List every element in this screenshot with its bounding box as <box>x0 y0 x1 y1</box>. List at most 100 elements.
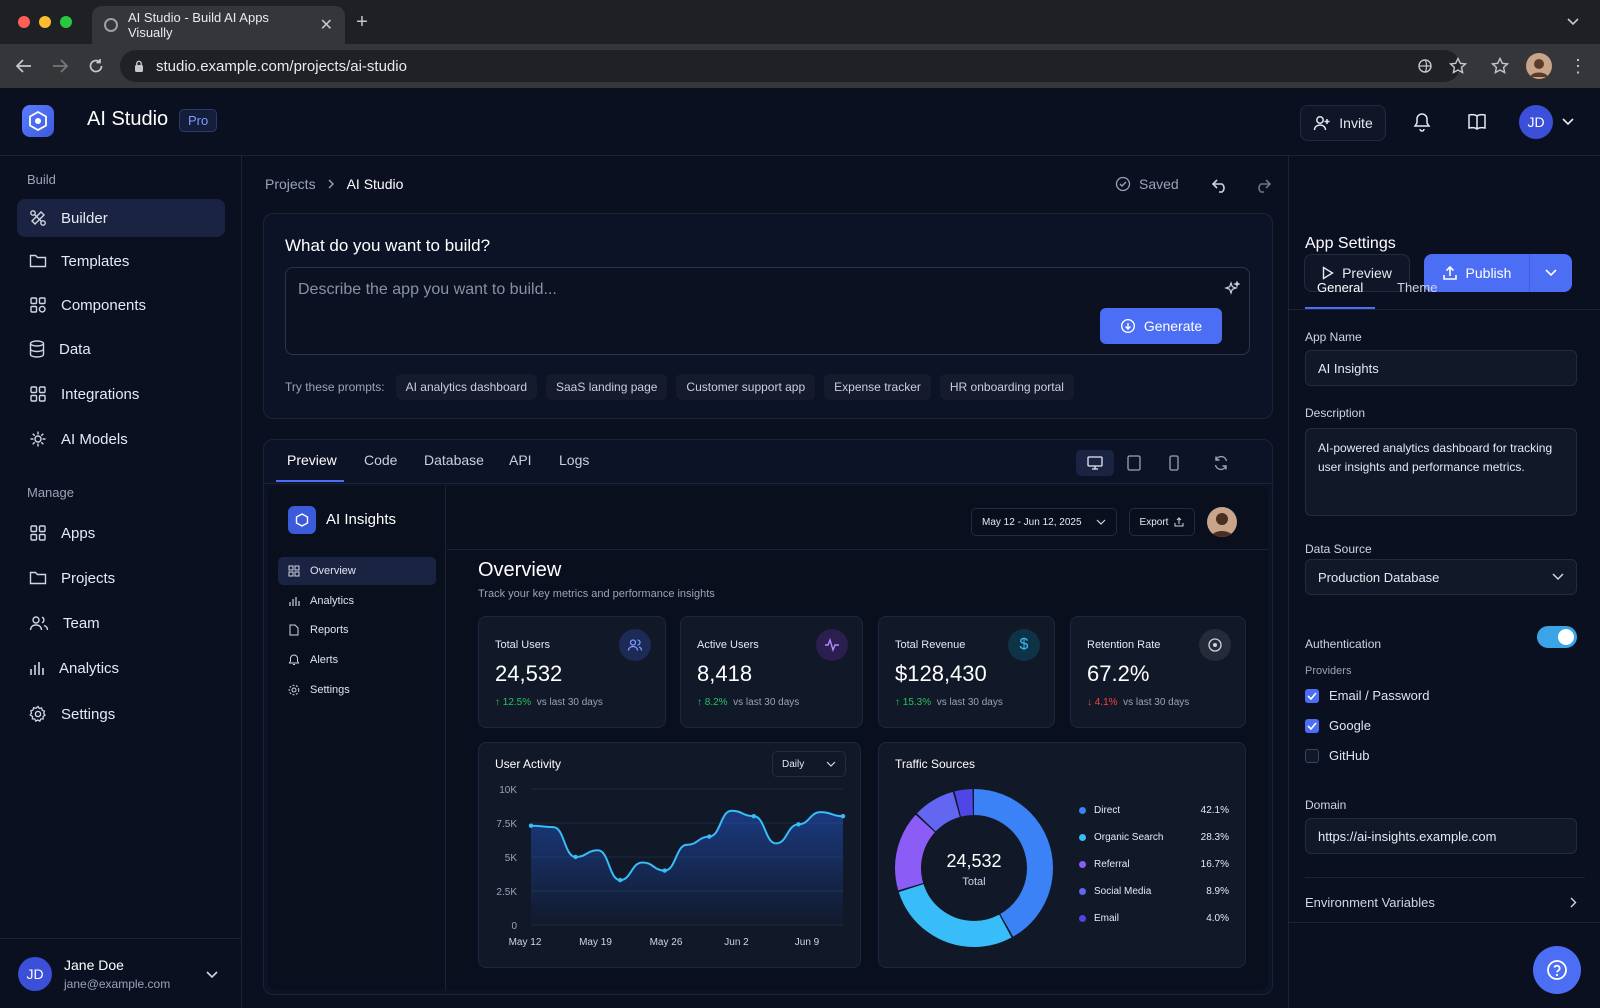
sidebar-item-data[interactable]: Data <box>17 330 225 368</box>
sidebar-item-integrations[interactable]: Integrations <box>17 375 225 413</box>
metric-value: $128,430 <box>895 661 987 686</box>
preview-nav-analytics[interactable]: Analytics <box>278 587 436 615</box>
prompt-chip[interactable]: Expense tracker <box>824 374 931 400</box>
legend-value: 8.9% <box>1206 886 1229 897</box>
environment-variables-row[interactable]: Environment Variables <box>1305 890 1577 914</box>
description-value: AI-powered analytics dashboard for track… <box>1318 441 1553 474</box>
undo-icon[interactable] <box>1210 176 1230 196</box>
tab-database[interactable]: Database <box>424 452 484 468</box>
metric-delta-value: 4.1% <box>1094 697 1118 708</box>
tab-logs[interactable]: Logs <box>559 452 589 468</box>
generate-label: Generate <box>1143 318 1203 334</box>
user-menu-chevron-icon[interactable] <box>204 967 220 983</box>
reload-icon[interactable] <box>86 56 106 76</box>
legend-item: Referral 16.7% <box>1079 851 1229 878</box>
invite-button[interactable]: Invite <box>1300 105 1386 141</box>
build-prompt-card: What do you want to build? Describe the … <box>263 213 1273 419</box>
favicon-icon <box>104 18 118 32</box>
preview-user-avatar[interactable] <box>1207 507 1237 537</box>
bookmark-star-icon[interactable] <box>1448 56 1468 76</box>
redo-icon[interactable] <box>1253 176 1273 196</box>
divider <box>1305 877 1585 878</box>
provider-github-checkbox[interactable]: GitHub <box>1305 748 1369 763</box>
prompt-chip[interactable]: AI analytics dashboard <box>395 374 537 400</box>
translate-icon[interactable] <box>1415 56 1435 76</box>
user-avatar: JD <box>18 957 52 991</box>
current-user[interactable]: JD Jane Doe jane@example.com <box>0 938 242 1008</box>
legend-item: Organic Search 28.3% <box>1079 824 1229 851</box>
tab-preview[interactable]: Preview <box>287 452 337 468</box>
help-button[interactable] <box>1533 946 1581 994</box>
preview-nav-settings[interactable]: Settings <box>278 676 436 704</box>
maximize-window-button[interactable] <box>60 16 72 28</box>
sidebar-item-settings[interactable]: Settings <box>17 695 225 733</box>
sidebar-item-team[interactable]: Team <box>17 604 225 642</box>
prompt-textarea[interactable]: Describe the app you want to build... Ge… <box>285 267 1250 355</box>
close-window-button[interactable] <box>18 16 30 28</box>
app-name-input[interactable]: AI Insights <box>1305 350 1577 386</box>
description-textarea[interactable]: AI-powered analytics dashboard for track… <box>1305 428 1577 516</box>
preview-nav-overview[interactable]: Overview <box>278 557 436 585</box>
user-activity-title: User Activity <box>495 757 562 771</box>
new-tab-icon[interactable]: + <box>352 11 372 33</box>
account-chevron-down-icon[interactable] <box>1560 114 1576 130</box>
provider-google-checkbox[interactable]: Google <box>1305 718 1371 733</box>
metric-value: 8,418 <box>697 661 753 686</box>
docs-book-icon[interactable] <box>1465 110 1489 134</box>
app-name-label: App Name <box>1305 330 1362 344</box>
chevron-right-icon <box>1570 897 1577 907</box>
sidebar-item-analytics[interactable]: Analytics <box>17 649 225 687</box>
app-title: AI Studio <box>87 108 169 130</box>
sidebar-item-projects[interactable]: Projects <box>17 559 225 597</box>
prompt-suggestions: Try these prompts: AI analytics dashboar… <box>285 374 1074 400</box>
browser-tab[interactable]: AI Studio - Build AI Apps Visually ✕ <box>92 6 345 44</box>
export-button[interactable]: Export <box>1129 508 1195 536</box>
sparkle-icon[interactable] <box>1223 280 1241 298</box>
preview-nav-reports[interactable]: Reports <box>278 616 436 644</box>
bookmarks-icon[interactable] <box>1490 56 1510 76</box>
sidebar-item-templates[interactable]: Templates <box>17 242 225 280</box>
header-avatar[interactable]: JD <box>1519 105 1553 139</box>
tab-list-chevron-icon[interactable] <box>1565 14 1581 30</box>
tab-code[interactable]: Code <box>364 452 397 468</box>
forward-icon[interactable] <box>50 56 70 76</box>
app-logo-icon[interactable] <box>22 105 54 137</box>
tab-api[interactable]: API <box>509 452 532 468</box>
sidebar-item-components[interactable]: Components <box>17 286 225 324</box>
tab-theme[interactable]: Theme <box>1397 280 1437 295</box>
environment-variables-label: Environment Variables <box>1305 894 1435 910</box>
period-select[interactable]: Daily <box>772 751 846 777</box>
refresh-preview-icon[interactable] <box>1211 453 1231 473</box>
tab-general[interactable]: General <box>1317 280 1363 295</box>
close-tab-icon[interactable]: ✕ <box>320 15 333 35</box>
provider-email-checkbox[interactable]: Email / Password <box>1305 688 1429 703</box>
provider-label: Google <box>1329 718 1371 733</box>
tablet-view-icon[interactable] <box>1124 453 1144 473</box>
legend-swatch <box>1079 834 1086 841</box>
data-point <box>840 814 846 819</box>
authentication-toggle[interactable] <box>1537 626 1577 648</box>
desktop-view-icon[interactable] <box>1076 450 1114 476</box>
bell-icon[interactable] <box>1410 110 1434 134</box>
metric-delta-note: vs last 30 days <box>936 697 1003 708</box>
address-bar[interactable]: studio.example.com/projects/ai-studio <box>120 50 1460 82</box>
date-range-select[interactable]: May 12 - Jun 12, 2025 <box>971 508 1117 536</box>
profile-avatar-icon[interactable] <box>1526 53 1552 79</box>
prompt-chip[interactable]: HR onboarding portal <box>939 374 1074 400</box>
sidebar-item-apps[interactable]: Apps <box>17 514 225 552</box>
sidebar-item-builder[interactable]: Builder <box>17 199 225 237</box>
sidebar-item-ai-models[interactable]: AI Models <box>17 420 225 458</box>
users-icon <box>619 629 651 661</box>
prompt-chip[interactable]: SaaS landing page <box>546 374 668 400</box>
generate-button[interactable]: Generate <box>1100 308 1222 344</box>
data-source-select[interactable]: Production Database <box>1305 559 1577 595</box>
breadcrumb-projects[interactable]: Projects <box>265 176 316 192</box>
preview-nav-alerts[interactable]: Alerts <box>278 646 436 674</box>
prompt-chip[interactable]: Customer support app <box>676 374 816 400</box>
minimize-window-button[interactable] <box>39 16 51 28</box>
mobile-view-icon[interactable] <box>1164 453 1184 473</box>
domain-input[interactable]: https://ai-insights.example.com <box>1305 818 1577 854</box>
browser-menu-icon[interactable]: ⋮ <box>1569 56 1587 76</box>
back-icon[interactable] <box>14 56 34 76</box>
metric-delta: ↓ 4.1% vs last 30 days <box>1087 697 1190 708</box>
